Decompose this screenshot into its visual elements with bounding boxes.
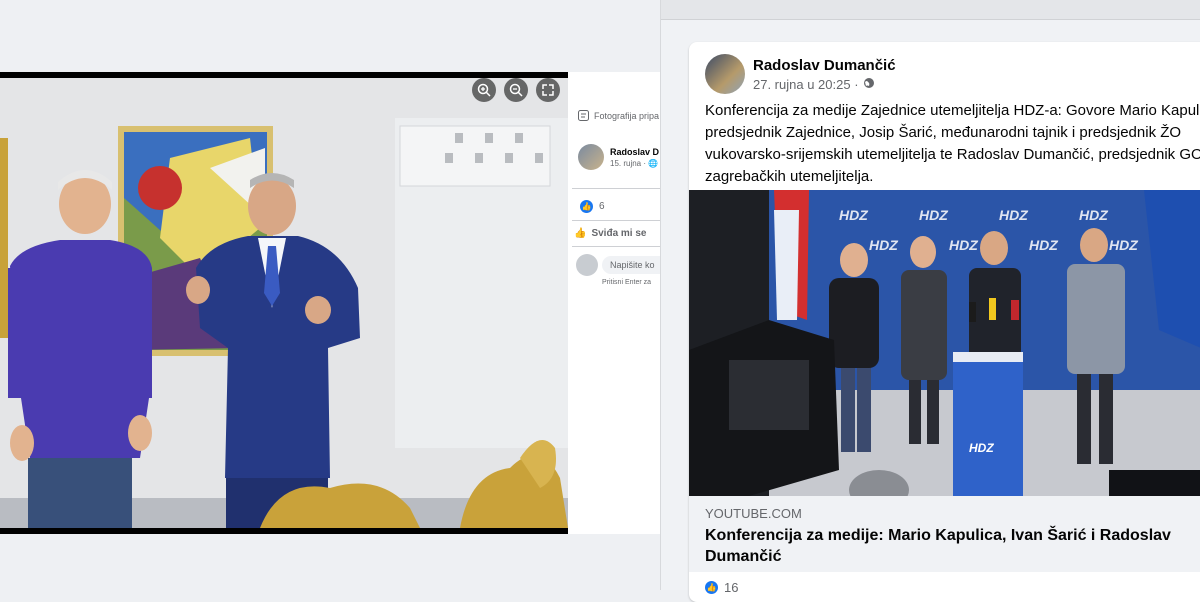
photo-side-panel: Fotografija pripa Radoslav D 15. rujna ·…	[568, 72, 660, 534]
feed-window: Radoslav Dumančić 27. rujna u 20:25 · Ko…	[660, 0, 1200, 602]
divider	[572, 220, 660, 221]
link-preview[interactable]: YOUTUBE.COM Konferencija za medije: Mari…	[689, 496, 1200, 572]
caption-text: Fotografija pripa	[594, 110, 660, 121]
post-date[interactable]: 27. rujna u 20:25 ·	[753, 77, 859, 92]
post-header: Radoslav Dumančić 27. rujna u 20:25 ·	[705, 54, 896, 94]
banner-logo: HDZ	[919, 207, 948, 223]
banner-logo: HDZ	[839, 207, 868, 223]
video-illustration: HDZ HDZ HDZ HDZ HDZ HDZ HDZ HDZ HDZ	[689, 190, 1200, 496]
post-card: Radoslav Dumančić 27. rujna u 20:25 · Ko…	[689, 42, 1200, 602]
like-button[interactable]: 👍 Sviđa mi se	[574, 228, 646, 239]
post-footer: 👍 16	[705, 580, 738, 595]
comment-composer: Napišite ko	[576, 254, 660, 276]
video-thumbnail[interactable]: HDZ HDZ HDZ HDZ HDZ HDZ HDZ HDZ HDZ	[689, 190, 1200, 496]
post-author[interactable]: Radoslav Dumančić	[753, 57, 896, 74]
globe-icon	[863, 77, 875, 92]
banner-logo: HDZ	[949, 237, 978, 253]
banner-logo: HDZ	[1079, 207, 1108, 223]
expand-icon[interactable]	[536, 78, 560, 102]
photo-illustration	[0, 78, 568, 528]
globe-icon: 🌐	[648, 158, 659, 168]
link-domain: YOUTUBE.COM	[705, 506, 802, 521]
banner-logo: HDZ	[1029, 237, 1058, 253]
avatar[interactable]	[705, 54, 745, 94]
divider	[572, 246, 660, 247]
banner-logo: HDZ	[1109, 237, 1138, 253]
avatar[interactable]	[578, 144, 604, 170]
side-author-date: 15. rujna · 🌐	[610, 159, 659, 168]
viewer-controls	[472, 78, 560, 102]
zoom-out-icon[interactable]	[504, 78, 528, 102]
photo[interactable]	[0, 78, 568, 528]
reaction-count[interactable]: 16	[724, 580, 738, 595]
like-button-label: Sviđa mi se	[591, 228, 647, 239]
zoom-in-icon[interactable]	[472, 78, 496, 102]
thumbs-up-outline-icon: 👍	[574, 228, 587, 239]
podium-logo: HDZ	[969, 441, 994, 455]
side-author[interactable]: Radoslav D 15. rujna · 🌐	[578, 144, 659, 170]
like-count-text: 6	[599, 201, 605, 212]
post-text: Konferencija za medije Zajednice utemelj…	[705, 102, 1200, 185]
side-author-name[interactable]: Radoslav D	[610, 147, 659, 157]
side-date-text: 15. rujna ·	[610, 158, 649, 168]
photo-viewer-window: Fotografija pripa Radoslav D 15. rujna ·…	[0, 0, 660, 590]
like-count[interactable]: 👍 6	[580, 200, 605, 213]
banner-logo: HDZ	[869, 237, 898, 253]
comment-input[interactable]: Napišite ko	[602, 256, 660, 274]
banner-logo: HDZ	[999, 207, 1028, 223]
text-icon	[578, 110, 589, 121]
link-title[interactable]: Konferencija za medije: Mario Kapulica, …	[705, 525, 1200, 567]
post-meta: 27. rujna u 20:25 ·	[753, 77, 896, 92]
photo-viewer	[0, 72, 568, 534]
photo-caption: Fotografija pripa	[578, 110, 659, 121]
window-topbar	[661, 0, 1200, 20]
divider	[572, 188, 660, 189]
avatar	[576, 254, 598, 276]
thumbs-up-icon: 👍	[580, 200, 593, 213]
comment-hint: Pritisni Enter za	[602, 279, 652, 286]
thumbs-up-icon: 👍	[705, 581, 718, 594]
